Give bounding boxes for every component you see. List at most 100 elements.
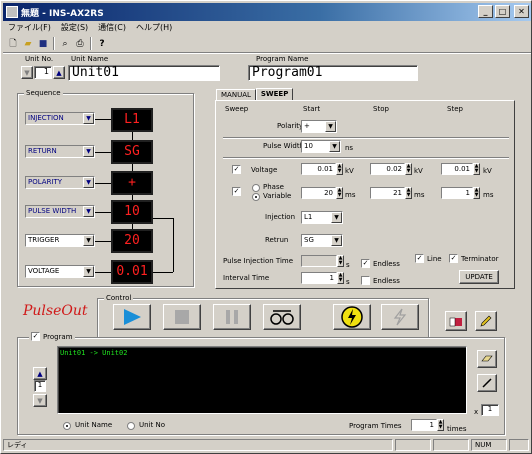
variable-radio[interactable] (252, 193, 260, 201)
record-button[interactable] (263, 304, 301, 330)
polarity-select[interactable]: + ▼ (301, 120, 337, 133)
phase-stop-field[interactable]: 21 (370, 187, 405, 199)
endless-checkbox-1[interactable]: ✓ (361, 259, 370, 268)
voltage-stop-field[interactable]: 0.02 (370, 163, 405, 175)
window-title: 無題 - INS-AX2RS (21, 8, 104, 19)
new-file-icon[interactable]: 🗋 (6, 37, 20, 50)
pit-spinner[interactable]: ▲ ▼ (337, 255, 344, 267)
phase-stop-spinner[interactable]: ▲ ▼ (405, 187, 412, 199)
step-col-header: Step (447, 105, 463, 113)
program-page-field[interactable]: 1 (34, 380, 46, 392)
unit-name-radio[interactable] (63, 422, 71, 430)
interval-spinner[interactable]: ▲ ▼ (337, 272, 344, 284)
voltage-step-spinner[interactable]: ▲ ▼ (473, 163, 480, 175)
size-grip[interactable] (509, 439, 529, 451)
program-pen-button[interactable] (477, 374, 497, 392)
line-label: Line (427, 255, 442, 263)
pulse-width-select[interactable]: 10 ▼ (301, 140, 341, 153)
status-cell (395, 439, 431, 451)
flow-line (153, 272, 173, 273)
pause-button[interactable] (213, 304, 251, 330)
print-preview-icon[interactable]: ⌕ (58, 37, 72, 50)
interval-time-field[interactable]: 1 (301, 272, 337, 284)
voltage-checkbox[interactable]: ✓ (232, 165, 241, 174)
bolt-icon (393, 308, 407, 326)
emergency-button[interactable] (333, 304, 371, 330)
program-name-field[interactable]: Program01 (248, 65, 418, 81)
voltage-start-spinner[interactable]: ▲ ▼ (336, 163, 343, 175)
program-text-area[interactable]: Unit01 -> Unit02 (57, 346, 467, 414)
connector-line (95, 119, 111, 120)
app-icon (6, 6, 18, 18)
terminator-checkbox[interactable]: ✓ (449, 254, 458, 263)
discharge-button[interactable] (381, 304, 419, 330)
program-down-button[interactable]: ▼ (33, 394, 47, 407)
flow-line (132, 164, 133, 171)
times-unit: times (447, 425, 467, 433)
flow-line (132, 132, 133, 140)
injection-combo[interactable]: INJECTION ▼ (25, 112, 95, 125)
num-indicator: NUM (471, 439, 507, 451)
app-window: 無題 - INS-AX2RS _ □ ✕ ファイル(F) 設定(S) 通信(C)… (0, 0, 532, 454)
variable-label: Variable (263, 192, 292, 200)
pencil-button[interactable] (475, 311, 497, 331)
minimize-button[interactable]: _ (478, 5, 493, 18)
unit-up-button[interactable]: ▲ (53, 66, 65, 79)
stop-button[interactable] (163, 304, 201, 330)
close-button[interactable]: ✕ (514, 5, 529, 18)
menu-communication[interactable]: 通信(C) (93, 21, 131, 35)
program-times-field[interactable]: 1 (411, 419, 437, 431)
voltage-step-field[interactable]: 0.01 (441, 163, 473, 175)
ms-unit: ms (414, 191, 425, 199)
injection-select[interactable]: L1 ▼ (301, 211, 343, 224)
phase-step-spinner[interactable]: ▲ ▼ (473, 187, 480, 199)
phase-step-field[interactable]: 1 (441, 187, 473, 199)
endless-checkbox-2[interactable] (361, 276, 370, 285)
divider (223, 157, 509, 159)
update-button[interactable]: UPDATE (459, 270, 499, 284)
program-checkbox[interactable]: ✓ (31, 332, 40, 341)
connector-line (95, 152, 111, 153)
pause-icon (226, 310, 238, 324)
menu-settings[interactable]: 設定(S) (56, 21, 93, 35)
unit-no-radio[interactable] (127, 422, 135, 430)
phase-radio[interactable] (252, 184, 260, 192)
trigger-combo[interactable]: TRIGGER ▼ (25, 234, 95, 247)
pen-icon (482, 378, 492, 388)
print-icon[interactable]: ⎙ (73, 37, 87, 50)
program-eraser-button[interactable] (477, 350, 497, 368)
voltage-combo[interactable]: VOLTAGE ▼ (25, 265, 95, 278)
pulse-injection-time-field[interactable] (301, 255, 337, 267)
return-select[interactable]: SG ▼ (301, 234, 343, 247)
unit-down-button[interactable]: ▼ (21, 66, 33, 79)
return-combo[interactable]: RETURN ▼ (25, 145, 95, 158)
menu-help[interactable]: ヘルプ(H) (131, 21, 177, 35)
endless-label: Endless (373, 277, 400, 285)
open-folder-icon[interactable]: ▰ (21, 37, 35, 50)
polarity-combo[interactable]: POLARITY ▼ (25, 176, 95, 189)
injection-label: Injection (265, 213, 296, 221)
voltage-start-field[interactable]: 0.01 (301, 163, 336, 175)
x-label: x (474, 408, 479, 416)
voltage-stop-spinner[interactable]: ▲ ▼ (405, 163, 412, 175)
menu-bar: ファイル(F) 設定(S) 通信(C) ヘルプ(H) (3, 21, 177, 35)
pulse-width-combo[interactable]: PULSE WIDTH ▼ (25, 205, 95, 218)
title-bar: 無題 - INS-AX2RS _ □ ✕ (3, 3, 531, 21)
menu-file[interactable]: ファイル(F) (3, 21, 56, 35)
eraser-button[interactable] (445, 311, 467, 331)
phase-start-spinner[interactable]: ▲ ▼ (336, 187, 343, 199)
polarity-display: + (111, 171, 153, 195)
toolbar-divider (3, 52, 531, 54)
maximize-button[interactable]: □ (495, 5, 510, 18)
help-icon[interactable]: ? (95, 37, 109, 50)
phase-start-field[interactable]: 20 (301, 187, 336, 199)
unit-name-field[interactable]: Unit01 (68, 65, 220, 81)
play-button[interactable] (113, 304, 151, 330)
phase-checkbox[interactable]: ✓ (232, 187, 241, 196)
save-icon[interactable]: ■ (36, 37, 50, 50)
program-up-button[interactable]: ▲ (33, 367, 47, 380)
program-times-spinner[interactable]: ▲ ▼ (437, 419, 444, 431)
line-checkbox[interactable]: ✓ (415, 254, 424, 263)
program-times-label: Program Times (349, 422, 402, 430)
unit-no-field[interactable]: 1 (34, 66, 52, 79)
